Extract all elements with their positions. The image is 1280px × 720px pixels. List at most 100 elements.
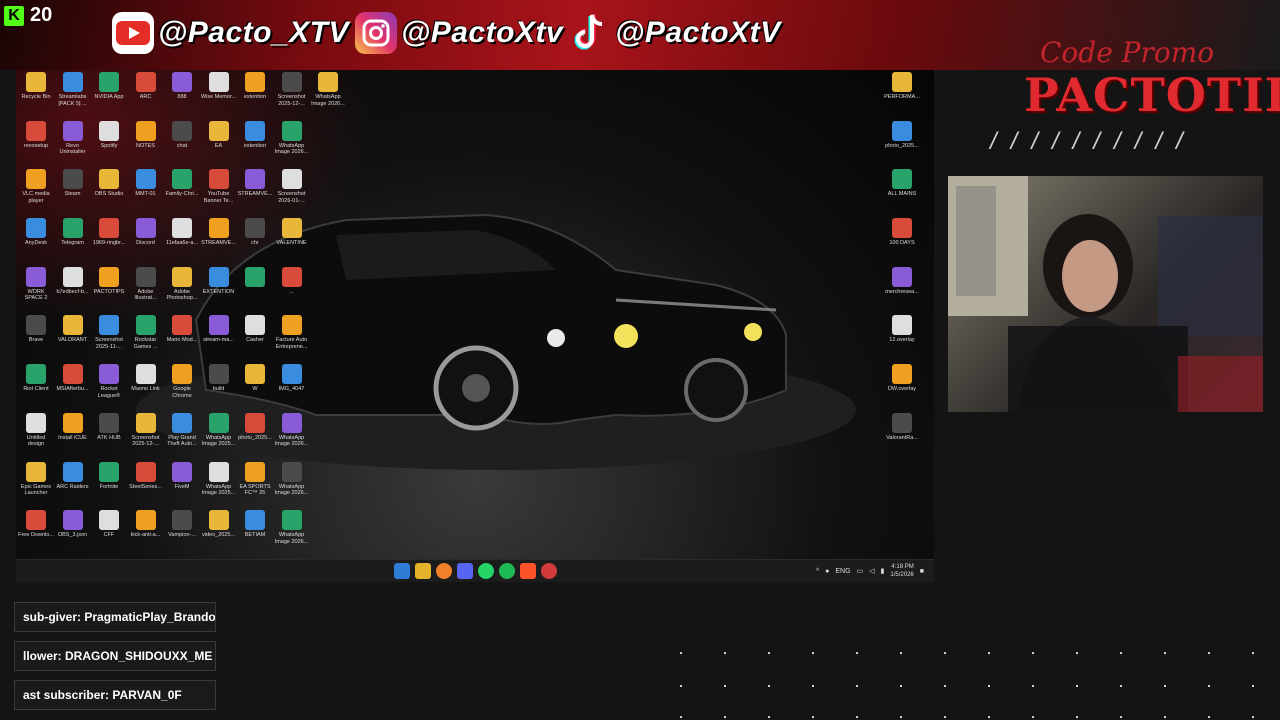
desktop-icon[interactable]: Wise Memor... — [201, 72, 237, 121]
desktop-icon[interactable]: Facture Auto Entreprene... — [274, 315, 310, 364]
desktop-icon[interactable]: NOTES — [128, 120, 164, 170]
desktop-icon[interactable]: OBS Studio — [91, 169, 127, 218]
chevron-up-icon[interactable]: ^ — [816, 568, 819, 575]
desktop-icon[interactable]: Telegram — [55, 218, 91, 267]
volume-icon[interactable]: ◁ — [869, 567, 874, 575]
desktop-icon[interactable]: Steam — [55, 169, 91, 218]
battery-icon[interactable]: ▮ — [881, 567, 885, 575]
desktop-icon[interactable]: ALL MAINS — [884, 169, 920, 218]
desktop-icon[interactable]: WhatsApp Image 2026... — [274, 461, 310, 511]
desktop-icon[interactable]: Mario Mod... — [164, 315, 200, 364]
desktop-icon[interactable]: Vampion-... — [164, 510, 200, 559]
desktop-icon[interactable]: Play Grand Theft Auto... — [164, 412, 200, 462]
desktop-icon[interactable]: revosetup — [18, 120, 54, 170]
desktop-icon[interactable]: 888 — [164, 72, 200, 121]
desktop-icon[interactable]: DW.overlay — [884, 364, 920, 413]
desktop-icon[interactable]: PACTOTIPS — [91, 266, 127, 316]
desktop-icon[interactable]: build — [201, 364, 237, 413]
desktop-icon[interactable]: Screenshot 2025-12-... — [274, 72, 310, 121]
desktop-icon[interactable]: photo_2025... — [237, 412, 273, 462]
desktop-icon[interactable]: video_2025... — [201, 510, 237, 559]
desktop-icon[interactable]: 12.overlay — [884, 315, 920, 364]
desktop-icon[interactable]: Discord — [128, 218, 164, 267]
obs-icon[interactable] — [541, 563, 557, 579]
start-icon[interactable] — [394, 563, 410, 579]
desktop-icon[interactable]: WhatsApp Image 2025... — [201, 461, 237, 511]
network-icon[interactable]: ▭ — [857, 567, 864, 575]
desktop-icon[interactable]: WhatsApp Image 2025... — [201, 412, 237, 462]
desktop-icon[interactable]: Streamlabs [PACK 5] ... — [55, 72, 91, 121]
desktop-icon[interactable]: IMG_4047 — [274, 364, 310, 413]
desktop-icon[interactable]: 100 DAYS — [884, 218, 920, 267]
desktop-icon[interactable]: MMT-01 — [128, 169, 164, 218]
file-explorer-icon[interactable] — [415, 563, 431, 579]
desktop-icon[interactable]: stream-ma... — [201, 315, 237, 364]
desktop-icon[interactable]: MSIAfterbu... — [55, 364, 91, 413]
discord-icon[interactable] — [457, 563, 473, 579]
desktop-icon[interactable]: WORK SPACE 2 — [18, 266, 54, 316]
desktop-icon[interactable]: VLC media player — [18, 169, 54, 218]
desktop-icon[interactable]: WhatsApp Image 2026... — [274, 120, 310, 170]
desktop-icon[interactable]: chr — [237, 218, 273, 267]
desktop-icon[interactable]: Casher — [237, 315, 273, 364]
desktop-icon[interactable]: SteelSeries... — [128, 461, 164, 511]
desktop-icon[interactable]: extention — [237, 72, 273, 121]
desktop-icon[interactable]: merchresea... — [884, 266, 920, 316]
desktop-icon[interactable]: Fortnite — [91, 461, 127, 511]
desktop-icon[interactable]: AnyDesk — [18, 218, 54, 267]
desktop-icon[interactable]: Screenshot 2025-11-... — [91, 315, 127, 364]
desktop-icon[interactable]: Free Downlo... — [18, 510, 54, 559]
desktop-icon[interactable]: VALENTINE — [274, 218, 310, 267]
desktop-icon[interactable]: WhatsApp Image 2026... — [274, 412, 310, 462]
desktop-icon[interactable]: 1969-ringbr... — [91, 218, 127, 267]
desktop-icon[interactable]: chat — [164, 120, 200, 170]
brave-icon[interactable] — [520, 563, 536, 579]
desktop-icon[interactable]: EXTENTION — [201, 266, 237, 316]
desktop-icon[interactable]: photo_2025... — [884, 120, 920, 170]
desktop-icon[interactable]: WhatsApp Image 2026... — [310, 72, 346, 121]
desktop-icon[interactable]: kick-anti-a... — [128, 510, 164, 559]
desktop-icon[interactable]: CFF — [91, 510, 127, 559]
desktop-icon[interactable]: Rockstar Games ... — [128, 315, 164, 364]
clock[interactable]: 4:18 PM 1/5/2026 — [890, 563, 913, 579]
desktop-icon[interactable]: ValorantRa... — [884, 412, 920, 462]
microphone-icon[interactable]: ● — [825, 568, 829, 575]
desktop-icon[interactable]: Family-Chri... — [164, 169, 200, 218]
desktop-icon[interactable]: Install iCUE — [55, 412, 91, 462]
notification-icon[interactable]: ■ — [920, 568, 924, 575]
desktop-icon[interactable]: 11efaa6e-a... — [164, 218, 200, 267]
desktop-icon[interactable]: ARC — [128, 72, 164, 121]
desktop-icon[interactable]: PERFORMA... — [884, 72, 920, 121]
desktop-icon[interactable]: Epic Games Launcher — [18, 461, 54, 511]
desktop-icon[interactable]: Recycle Bin — [18, 72, 54, 121]
desktop-icon[interactable]: Rocket League® — [91, 364, 127, 413]
desktop-icon[interactable]: Brave — [18, 315, 54, 364]
desktop-icon[interactable]: ATK HUB — [91, 412, 127, 462]
desktop-icon[interactable]: Untitled design — [18, 412, 54, 462]
desktop-icon[interactable]: STREAMVE... — [237, 169, 273, 218]
desktop-icon[interactable]: OBS_3.json — [55, 510, 91, 559]
spotify-icon[interactable] — [499, 563, 515, 579]
desktop-icon[interactable]: Adobe Photoshop... — [164, 266, 200, 316]
desktop-icon[interactable]: Google Chrome — [164, 364, 200, 413]
desktop-icon[interactable]: Screenshot 2026-01-... — [274, 169, 310, 218]
desktop-icon[interactable]: FiveM — [164, 461, 200, 511]
desktop-icon[interactable] — [237, 266, 273, 316]
desktop-icon[interactable]: W — [237, 364, 273, 413]
desktop-icon[interactable]: YouTube Banner Te... — [201, 169, 237, 218]
desktop-icon[interactable]: EA SPORTS FC™ 26 — [237, 461, 273, 511]
desktop-icon[interactable]: Revo Uninstaller — [55, 120, 91, 170]
desktop-icon[interactable]: ARC Raiders — [55, 461, 91, 511]
desktop-icon[interactable]: Maono Link — [128, 364, 164, 413]
desktop-icon[interactable]: STREAMVE... — [201, 218, 237, 267]
desktop-icon[interactable]: b7edbecf-b... — [55, 266, 91, 316]
whatsapp-icon[interactable] — [478, 563, 494, 579]
desktop-icon[interactable]: Riot Client — [18, 364, 54, 413]
desktop-icon[interactable]: WhatsApp Image 2026... — [274, 510, 310, 559]
desktop-icon[interactable]: NVIDIA App — [91, 72, 127, 121]
language-indicator[interactable]: ENG — [835, 568, 850, 575]
desktop-icon[interactable]: extention — [237, 120, 273, 170]
firefox-icon[interactable] — [436, 563, 452, 579]
desktop-icon[interactable]: Adobe Illustrat... — [128, 266, 164, 316]
desktop-icon[interactable]: ... — [274, 266, 310, 316]
